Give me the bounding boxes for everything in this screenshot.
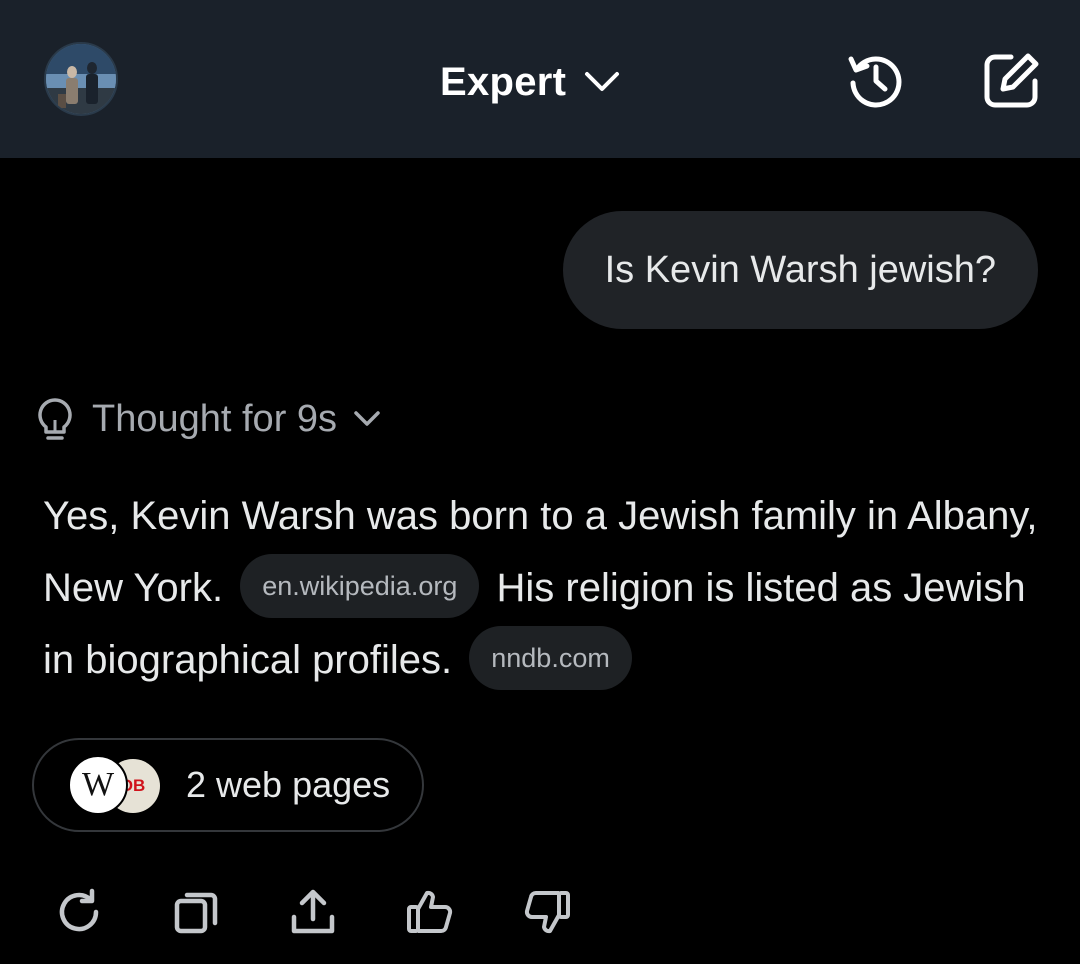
avatar[interactable] — [44, 42, 118, 116]
regenerate-button[interactable] — [50, 883, 108, 941]
assistant-answer: Yes, Kevin Warsh was born to a Jewish fa… — [43, 480, 1053, 696]
message-actions — [50, 880, 635, 944]
mode-label: Expert — [440, 59, 567, 104]
user-message-bubble: Is Kevin Warsh jewish? — [562, 211, 1038, 329]
thumbs-up-button[interactable] — [401, 883, 459, 941]
source-chip-nndb[interactable]: nndb.com — [469, 626, 632, 691]
copy-icon — [174, 892, 218, 934]
source-chip-wikipedia[interactable]: en.wikipedia.org — [240, 554, 480, 619]
thought-label: Thought for 9s — [92, 397, 338, 440]
copy-button[interactable] — [167, 883, 225, 941]
mode-selector[interactable]: Expert — [440, 54, 620, 110]
thumbs-down-icon — [524, 891, 570, 934]
top-bar: Expert — [0, 0, 1080, 158]
history-button[interactable] — [844, 48, 908, 112]
thought-toggle[interactable]: Thought for 9s — [34, 394, 381, 444]
web-pages-button[interactable]: W DB 2 web pages — [32, 738, 425, 832]
user-message-text: Is Kevin Warsh jewish? — [604, 248, 996, 291]
chevron-down-icon — [354, 411, 380, 426]
wikipedia-favicon: W — [68, 755, 128, 815]
avatar-image — [46, 44, 116, 114]
thumbs-up-icon — [407, 890, 453, 933]
chevron-down-icon — [585, 72, 620, 91]
lightbulb-icon — [38, 398, 72, 440]
web-pages-label: 2 web pages — [186, 764, 391, 805]
new-chat-edit-icon — [984, 53, 1039, 108]
new-chat-button[interactable] — [980, 48, 1044, 112]
share-icon — [291, 889, 335, 934]
thumbs-down-button[interactable] — [518, 883, 576, 941]
source-favicons: W DB — [68, 755, 162, 815]
history-icon — [848, 56, 902, 108]
share-button[interactable] — [284, 883, 342, 941]
regenerate-icon — [59, 888, 99, 932]
